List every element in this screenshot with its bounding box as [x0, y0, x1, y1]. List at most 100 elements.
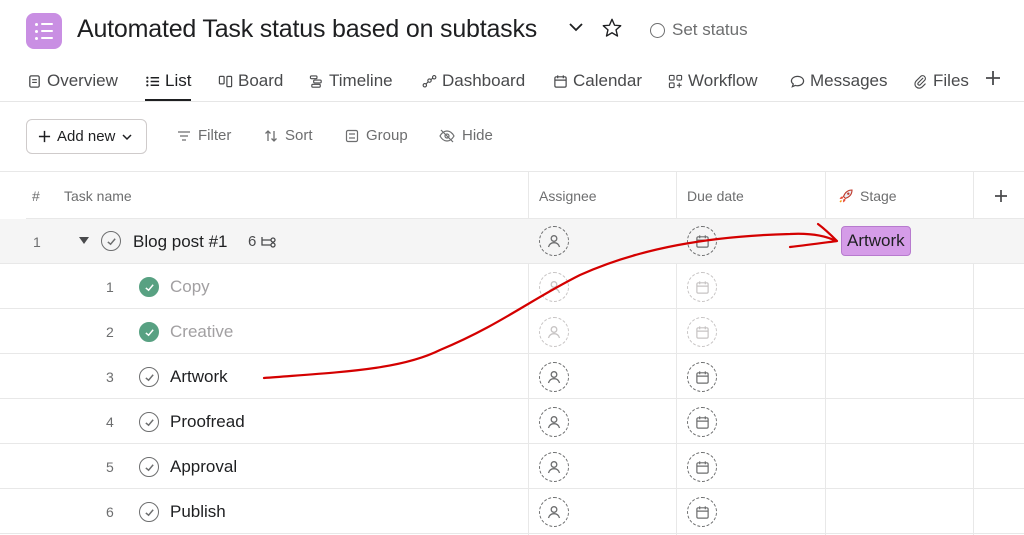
sort-button[interactable]: Sort [264, 127, 313, 144]
row-number: 4 [106, 414, 114, 430]
tab-workflow[interactable]: Workflow [668, 66, 758, 96]
subtask-complete-checkbox[interactable] [139, 322, 159, 342]
table-row[interactable]: 6 Publish [0, 489, 1024, 534]
column-header-task-name[interactable]: Task name [64, 172, 132, 219]
project-header: Automated Task status based on subtasks … [0, 0, 1024, 62]
subtask-count-value: 6 [248, 233, 257, 250]
board-icon [218, 75, 233, 87]
add-column-button[interactable] [994, 172, 1008, 219]
subtask-name[interactable]: Proofread [170, 412, 245, 432]
check-icon [144, 283, 154, 291]
due-date-empty[interactable] [687, 317, 717, 347]
due-date-empty[interactable] [687, 497, 717, 527]
calendar-icon [695, 415, 709, 429]
subtask-name[interactable]: Approval [170, 457, 237, 477]
due-date-empty[interactable] [687, 452, 717, 482]
project-title[interactable]: Automated Task status based on subtasks [77, 15, 537, 44]
task-complete-checkbox[interactable] [101, 231, 121, 251]
table-row[interactable]: 1 Copy [0, 264, 1024, 309]
plus-icon [986, 71, 1000, 85]
assignee-avatar-empty[interactable] [539, 452, 569, 482]
group-button[interactable]: Group [345, 127, 408, 144]
filter-icon [178, 130, 190, 141]
timeline-icon [309, 74, 322, 88]
assignee-avatar-empty[interactable] [539, 317, 569, 347]
star-icon[interactable] [601, 17, 623, 46]
check-icon [144, 418, 154, 426]
subtask-complete-checkbox[interactable] [139, 457, 159, 477]
due-date-empty[interactable] [687, 362, 717, 392]
assignee-avatar-empty[interactable] [539, 362, 569, 392]
due-date-empty[interactable] [687, 272, 717, 302]
caret-down-icon[interactable] [78, 236, 90, 246]
table-row[interactable]: 2 Creative [0, 309, 1024, 354]
subtask-complete-checkbox[interactable] [139, 412, 159, 432]
add-tab-button[interactable] [984, 66, 1002, 94]
workflow-icon [668, 74, 683, 88]
subtask-name[interactable]: Artwork [170, 367, 228, 387]
group-icon [345, 129, 359, 142]
tab-messages[interactable]: Messages [790, 66, 887, 96]
stage-tag[interactable]: Artwork [841, 226, 911, 256]
sort-label: Sort [285, 127, 313, 144]
check-icon [144, 463, 154, 471]
column-header-assignee[interactable]: Assignee [539, 172, 597, 219]
calendar-icon [554, 74, 567, 88]
assignee-avatar-empty[interactable] [539, 272, 569, 302]
subtask-name[interactable]: Copy [170, 277, 210, 297]
set-status-button[interactable]: Set status [650, 20, 748, 40]
check-icon [144, 328, 154, 336]
calendar-icon [695, 505, 709, 519]
tab-label: Messages [810, 71, 888, 90]
chevron-down-icon[interactable] [567, 17, 585, 43]
hide-label: Hide [462, 127, 493, 144]
tab-list[interactable]: List [145, 66, 192, 101]
table-row[interactable]: 4 Proofread [0, 399, 1024, 444]
tab-label: Board [238, 71, 284, 90]
subtask-complete-checkbox[interactable] [139, 367, 159, 387]
user-icon [547, 235, 561, 248]
subtask-complete-checkbox[interactable] [139, 277, 159, 297]
assignee-avatar-empty[interactable] [539, 226, 569, 256]
status-circle-icon [650, 22, 665, 38]
due-date-empty[interactable] [687, 226, 717, 256]
add-new-button[interactable]: Add new [26, 119, 147, 154]
subtask-count[interactable]: 6 [248, 233, 278, 250]
overview-icon [29, 74, 40, 88]
filter-button[interactable]: Filter [177, 127, 231, 144]
assignee-avatar-empty[interactable] [539, 407, 569, 437]
table-row[interactable]: 3 Artwork [0, 354, 1024, 399]
row-number: 6 [106, 504, 114, 520]
tab-calendar[interactable]: Calendar [553, 66, 642, 96]
tab-label: Overview [47, 71, 118, 90]
subtask-name[interactable]: Creative [170, 322, 233, 342]
check-icon [106, 237, 116, 245]
tab-board[interactable]: Board [218, 66, 283, 96]
user-icon [547, 326, 561, 339]
table-row[interactable]: 5 Approval [0, 444, 1024, 489]
user-icon [547, 281, 561, 294]
hide-button[interactable]: Hide [439, 127, 493, 144]
stage-header-label: Stage [860, 187, 897, 204]
subtask-complete-checkbox[interactable] [139, 502, 159, 522]
calendar-icon [695, 370, 709, 384]
list-icon [146, 76, 160, 86]
sort-icon [265, 129, 277, 142]
user-icon [547, 461, 561, 474]
tab-label: Timeline [329, 71, 393, 90]
tab-timeline[interactable]: Timeline [309, 66, 393, 96]
project-list-icon[interactable] [26, 13, 62, 49]
assignee-avatar-empty[interactable] [539, 497, 569, 527]
task-name[interactable]: Blog post #1 [133, 232, 228, 252]
check-icon [144, 508, 154, 516]
tab-overview[interactable]: Overview [27, 66, 118, 96]
subtask-name[interactable]: Publish [170, 502, 226, 522]
column-header-due-date[interactable]: Due date [687, 172, 744, 219]
tab-dashboard[interactable]: Dashboard [422, 66, 525, 96]
tab-label: Calendar [573, 71, 642, 90]
table-header-row: # Task name Assignee Due date Stage [26, 172, 1024, 219]
tab-files[interactable]: Files [913, 66, 969, 96]
rocket-icon [839, 188, 853, 202]
due-date-empty[interactable] [687, 407, 717, 437]
column-header-stage[interactable]: Stage [838, 172, 897, 219]
